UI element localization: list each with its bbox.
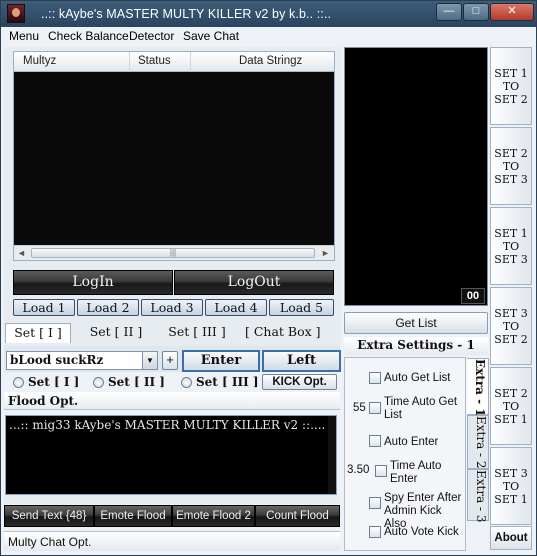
send-text-button[interactable]: Send Text {48} <box>4 505 94 527</box>
tab-set-3[interactable]: Set [ III ] <box>163 323 231 343</box>
auto-vote-kick-checkbox[interactable] <box>369 526 381 538</box>
time-auto-get-list-checkbox[interactable] <box>369 402 381 414</box>
maximize-button[interactable]: □ <box>463 3 489 21</box>
time-auto-get-list-value[interactable]: 55 <box>353 402 366 415</box>
tab-extra-3[interactable]: Extra - 3 <box>467 469 489 523</box>
room-select[interactable]: bLood suckRz <box>6 351 158 370</box>
radio-set-3[interactable] <box>181 377 192 388</box>
chat-message: ...:: mig33 kAybe's MASTER MULTY KILLER … <box>9 418 326 432</box>
app-avatar-icon <box>7 4 25 23</box>
radio-set-2-label: Set [ II ] <box>108 375 165 389</box>
tab-extra-2[interactable]: Extra - 2 <box>467 415 489 469</box>
close-button[interactable]: ✕ <box>490 3 534 21</box>
menu-bar: Menu Check Balance Detector Save Chat <box>1 27 536 47</box>
logout-button[interactable]: LogOut <box>174 270 334 295</box>
auto-enter-checkbox[interactable] <box>369 435 381 447</box>
extra-settings-title: Extra Settings - 1 <box>344 337 488 355</box>
window-title: ..:: kAybe's MASTER MULTY KILLER v2 by k… <box>41 7 332 21</box>
kick-options-button[interactable]: KICK Opt. <box>262 374 337 390</box>
minimize-button[interactable]: — <box>436 3 462 21</box>
time-auto-enter-value[interactable]: 3.50 <box>347 464 369 477</box>
set-1-to-set-2-button[interactable]: SET 1 TO SET 2 <box>490 47 532 125</box>
column-data-stringz[interactable]: Data Stringz <box>239 55 302 67</box>
set-1-to-set-3-button[interactable]: SET 1 TO SET 3 <box>490 207 532 285</box>
chat-scrollbar[interactable] <box>328 416 336 494</box>
menu-item-detector[interactable]: Detector <box>129 29 174 43</box>
horizontal-scrollbar[interactable]: ◄ ||| ► <box>14 245 334 260</box>
load-4-button[interactable]: Load 4 <box>205 299 267 316</box>
auto-vote-kick-label: Auto Vote Kick <box>384 526 459 538</box>
main-window: ..:: kAybe's MASTER MULTY KILLER v2 by k… <box>0 0 537 556</box>
column-multyz[interactable]: Multyz <box>23 55 56 67</box>
flood-options-header: Flood Opt. <box>4 392 340 410</box>
chat-spacer <box>4 495 340 504</box>
scroll-right-icon[interactable]: ► <box>318 246 333 260</box>
scroll-left-icon[interactable]: ◄ <box>14 246 29 260</box>
preview-display: 00 <box>344 47 488 306</box>
tab-extra-3-label: Extra - 3 <box>474 470 488 523</box>
menu-item-check-balance[interactable]: Check Balance <box>48 29 129 43</box>
add-room-button[interactable]: + <box>162 351 178 370</box>
load-2-button[interactable]: Load 2 <box>77 299 139 316</box>
time-auto-enter-label: Time Auto Enter <box>390 460 442 485</box>
load-1-button[interactable]: Load 1 <box>13 299 75 316</box>
chat-box[interactable]: ...:: mig33 kAybe's MASTER MULTY KILLER … <box>5 415 337 495</box>
login-button[interactable]: LogIn <box>13 270 173 295</box>
load-5-button[interactable]: Load 5 <box>269 299 334 316</box>
tab-extra-2-label: Extra - 2 <box>474 416 488 469</box>
set-3-to-set-2-button[interactable]: SET 3 TO SET 2 <box>490 287 532 365</box>
counter-display: 00 <box>461 288 485 304</box>
auto-get-list-label: Auto Get List <box>384 372 451 384</box>
tab-extra-1-label: Extra - 1 <box>473 359 487 417</box>
time-auto-get-list-label: Time Auto Get List <box>384 396 458 421</box>
multy-chat-options-header: Multy Chat Opt. <box>4 531 340 551</box>
get-list-button[interactable]: Get List <box>344 312 488 334</box>
auto-get-list-checkbox[interactable] <box>369 372 381 384</box>
tab-chat-box[interactable]: [ Chat Box ] <box>245 323 321 343</box>
about-button[interactable]: About <box>490 526 532 550</box>
time-auto-enter-checkbox[interactable] <box>375 465 387 477</box>
column-divider <box>190 52 191 72</box>
scroll-thumb[interactable]: ||| <box>31 248 315 258</box>
enter-room-button[interactable]: Enter <box>182 350 260 372</box>
tab-set-2[interactable]: Set [ II ] <box>83 323 149 343</box>
radio-set-3-label: Set [ III ] <box>196 375 259 389</box>
leave-room-button[interactable]: Left <box>262 350 341 372</box>
tab-set-1[interactable]: Set [ I ] <box>5 323 71 343</box>
title-bar[interactable]: ..:: kAybe's MASTER MULTY KILLER v2 by k… <box>1 1 536 27</box>
multy-list[interactable]: Multyz Status Data Stringz ◄ ||| ► <box>13 51 335 261</box>
radio-set-2[interactable] <box>93 377 104 388</box>
set-radio-row: Set [ I ] Set [ II ] Set [ III ] KICK Op… <box>4 373 340 391</box>
radio-set-1[interactable] <box>13 377 24 388</box>
set-2-to-set-3-button[interactable]: SET 2 TO SET 3 <box>490 127 532 205</box>
set-3-to-set-1-button[interactable]: SET 3 TO SET 1 <box>490 447 532 525</box>
emote-flood-2-button[interactable]: Emote Flood 2 <box>172 505 255 527</box>
count-flood-button[interactable]: Count Flood <box>255 505 340 527</box>
column-status[interactable]: Status <box>138 55 171 67</box>
set-2-to-set-1-button[interactable]: SET 2 TO SET 1 <box>490 367 532 445</box>
radio-set-1-label: Set [ I ] <box>28 375 80 389</box>
list-header: Multyz Status Data Stringz <box>14 52 334 72</box>
extra-settings-panel: Auto Get List 55 Time Auto Get List Auto… <box>344 357 466 551</box>
chevron-down-icon[interactable]: ▼ <box>142 351 158 370</box>
tab-extra-1[interactable]: Extra - 1 <box>467 358 489 417</box>
spy-enter-checkbox[interactable] <box>369 497 381 509</box>
column-divider <box>129 52 130 72</box>
auto-enter-label: Auto Enter <box>384 436 439 448</box>
menu-item-save-chat[interactable]: Save Chat <box>183 29 239 43</box>
menu-item-menu[interactable]: Menu <box>9 29 39 43</box>
emote-flood-button[interactable]: Emote Flood <box>94 505 172 527</box>
load-3-button[interactable]: Load 3 <box>141 299 203 316</box>
